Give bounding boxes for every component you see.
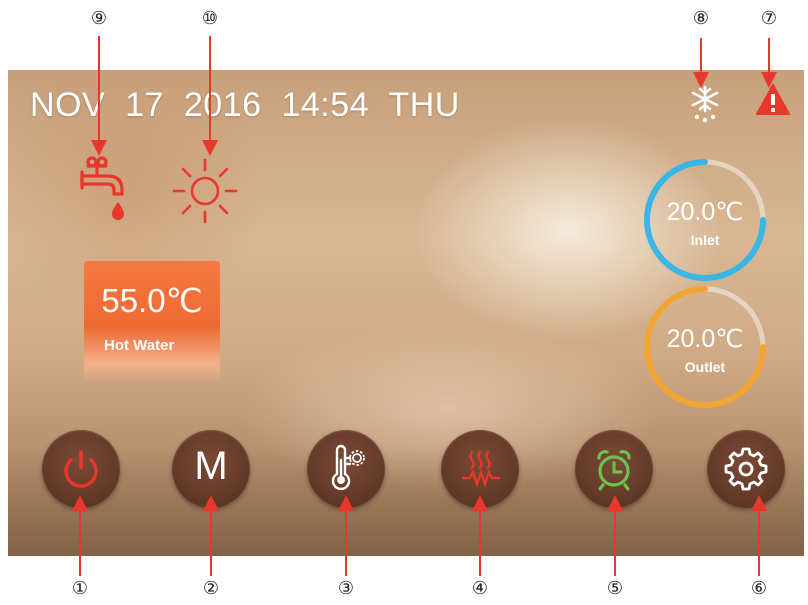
hot-water-label: Hot Water (104, 337, 175, 354)
alarm-clock-icon (597, 450, 631, 491)
inlet-temperature: 20.0℃ (666, 198, 744, 226)
callout-5: ⑤ (606, 578, 624, 598)
hot-water-tap-icon (78, 154, 134, 231)
inlet-gauge: 20.0℃ Inlet (640, 155, 770, 285)
timer-button[interactable] (575, 430, 653, 508)
weekday-text: THU (388, 86, 460, 124)
thermometer-gear-icon (331, 444, 365, 491)
callout-9: ⑨ (90, 8, 108, 28)
outlet-label: Outlet (684, 359, 726, 375)
outlet-temperature: 20.0℃ (666, 325, 744, 353)
settings-button[interactable] (707, 430, 785, 508)
datetime-display: NOV 17 2016 14:54 THU (30, 86, 460, 125)
gear-icon (724, 447, 768, 491)
sun-icon (170, 156, 240, 231)
electric-heater-button[interactable] (441, 430, 519, 508)
callout-7: ⑦ (760, 8, 778, 28)
callout-2: ② (202, 578, 220, 598)
electric-heater-icon (461, 450, 501, 488)
defrost-icon (685, 84, 725, 129)
controller-screen: NOV 17 2016 14:54 THU 55.0℃ Hot Water 20… (8, 70, 804, 556)
callout-3: ③ (337, 578, 355, 598)
mode-button[interactable]: M (172, 430, 250, 508)
mode-button-label: M (194, 444, 228, 488)
hot-water-temperature: 55.0℃ (101, 282, 203, 319)
date-text: NOV 17 2016 (30, 86, 262, 124)
warning-icon[interactable] (755, 83, 791, 122)
callout-8: ⑧ (692, 8, 710, 28)
time-text: 14:54 (281, 86, 370, 124)
power-button[interactable] (42, 430, 120, 508)
inlet-label: Inlet (690, 232, 720, 248)
power-icon (64, 450, 98, 488)
callout-10: ⑩ (201, 8, 219, 28)
callout-4: ④ (471, 578, 489, 598)
temperature-setting-button[interactable] (307, 430, 385, 508)
callout-6: ⑥ (750, 578, 768, 598)
hot-water-card[interactable]: 55.0℃ Hot Water (84, 261, 220, 381)
outlet-gauge: 20.0℃ Outlet (640, 282, 770, 412)
callout-1: ① (71, 578, 89, 598)
